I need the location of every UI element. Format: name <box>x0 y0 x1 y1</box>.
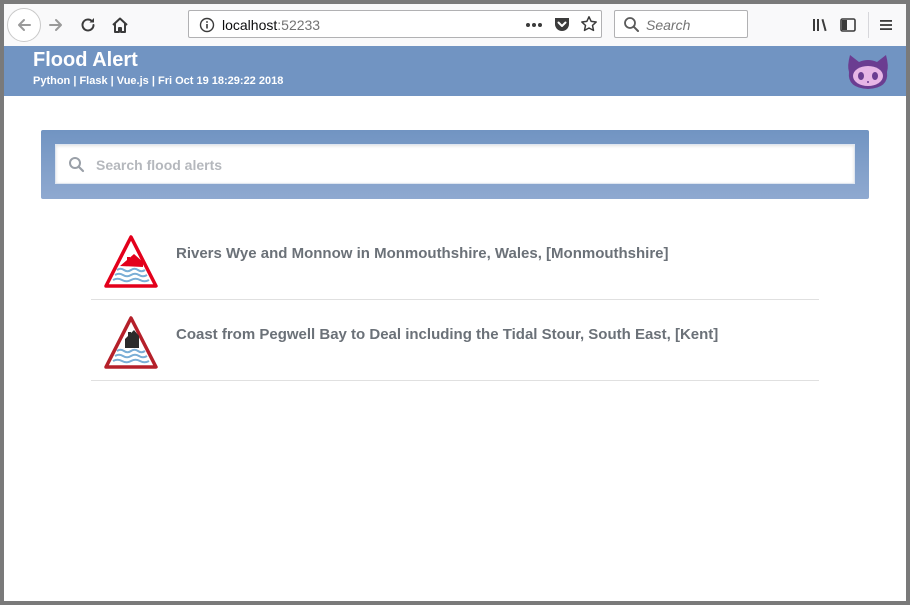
url-text: localhost:52233 <box>222 17 320 33</box>
home-icon <box>112 17 128 33</box>
alert-description: Rivers Wye and Monnow in Monmouthshire, … <box>176 245 669 262</box>
search-icon <box>624 17 639 32</box>
sidebar-icon <box>840 18 856 32</box>
browser-search-box[interactable]: Search <box>614 10 748 38</box>
list-item[interactable]: Rivers Wye and Monnow in Monmouthshire, … <box>91 219 819 300</box>
reload-button[interactable] <box>72 9 104 41</box>
star-icon[interactable] <box>580 15 598 33</box>
library-icon <box>813 19 827 32</box>
alert-description: Coast from Pegwell Bay to Deal including… <box>176 326 719 343</box>
page-title: Flood Alert <box>33 49 138 71</box>
flood-alert-search-input[interactable]: Search flood alerts <box>55 144 855 184</box>
url-port: :52233 <box>277 17 321 33</box>
home-button[interactable] <box>104 9 136 41</box>
arrow-right-icon <box>49 19 62 31</box>
reload-icon <box>81 18 95 32</box>
github-octocat-icon[interactable] <box>846 52 890 92</box>
page-subtitle: Python | Flask | Vue.js | Fri Oct 19 18:… <box>33 75 284 87</box>
url-bar[interactable]: localhost:52233 <box>188 10 602 38</box>
arrow-left-icon <box>18 19 31 31</box>
list-item[interactable]: Coast from Pegwell Bay to Deal including… <box>91 300 819 381</box>
url-host: localhost <box>222 17 278 33</box>
alert-list: Rivers Wye and Monnow in Monmouthshire, … <box>91 219 819 381</box>
browser-toolbar: localhost:52233 Search <box>4 4 906 47</box>
app-header: Flood Alert Python | Flask | Vue.js | Fr… <box>4 46 906 96</box>
more-actions-icon[interactable] <box>525 22 543 28</box>
search-placeholder: Search flood alerts <box>96 157 223 173</box>
forward-button[interactable] <box>40 9 72 41</box>
info-icon <box>199 17 215 33</box>
back-button[interactable] <box>7 8 41 42</box>
menu-button[interactable] <box>870 9 902 41</box>
browser-window: localhost:52233 Search Flood Alert Pytho… <box>4 4 906 601</box>
sidebar-button[interactable] <box>832 9 864 41</box>
flood-alert-icon <box>104 316 158 369</box>
search-icon <box>69 157 85 173</box>
toolbar-divider <box>868 12 869 38</box>
search-panel: Search flood alerts <box>41 130 869 199</box>
pocket-icon[interactable] <box>553 16 571 33</box>
browser-search-placeholder: Search <box>646 17 691 33</box>
hamburger-menu-icon <box>880 20 892 30</box>
flood-warning-icon <box>104 235 158 288</box>
